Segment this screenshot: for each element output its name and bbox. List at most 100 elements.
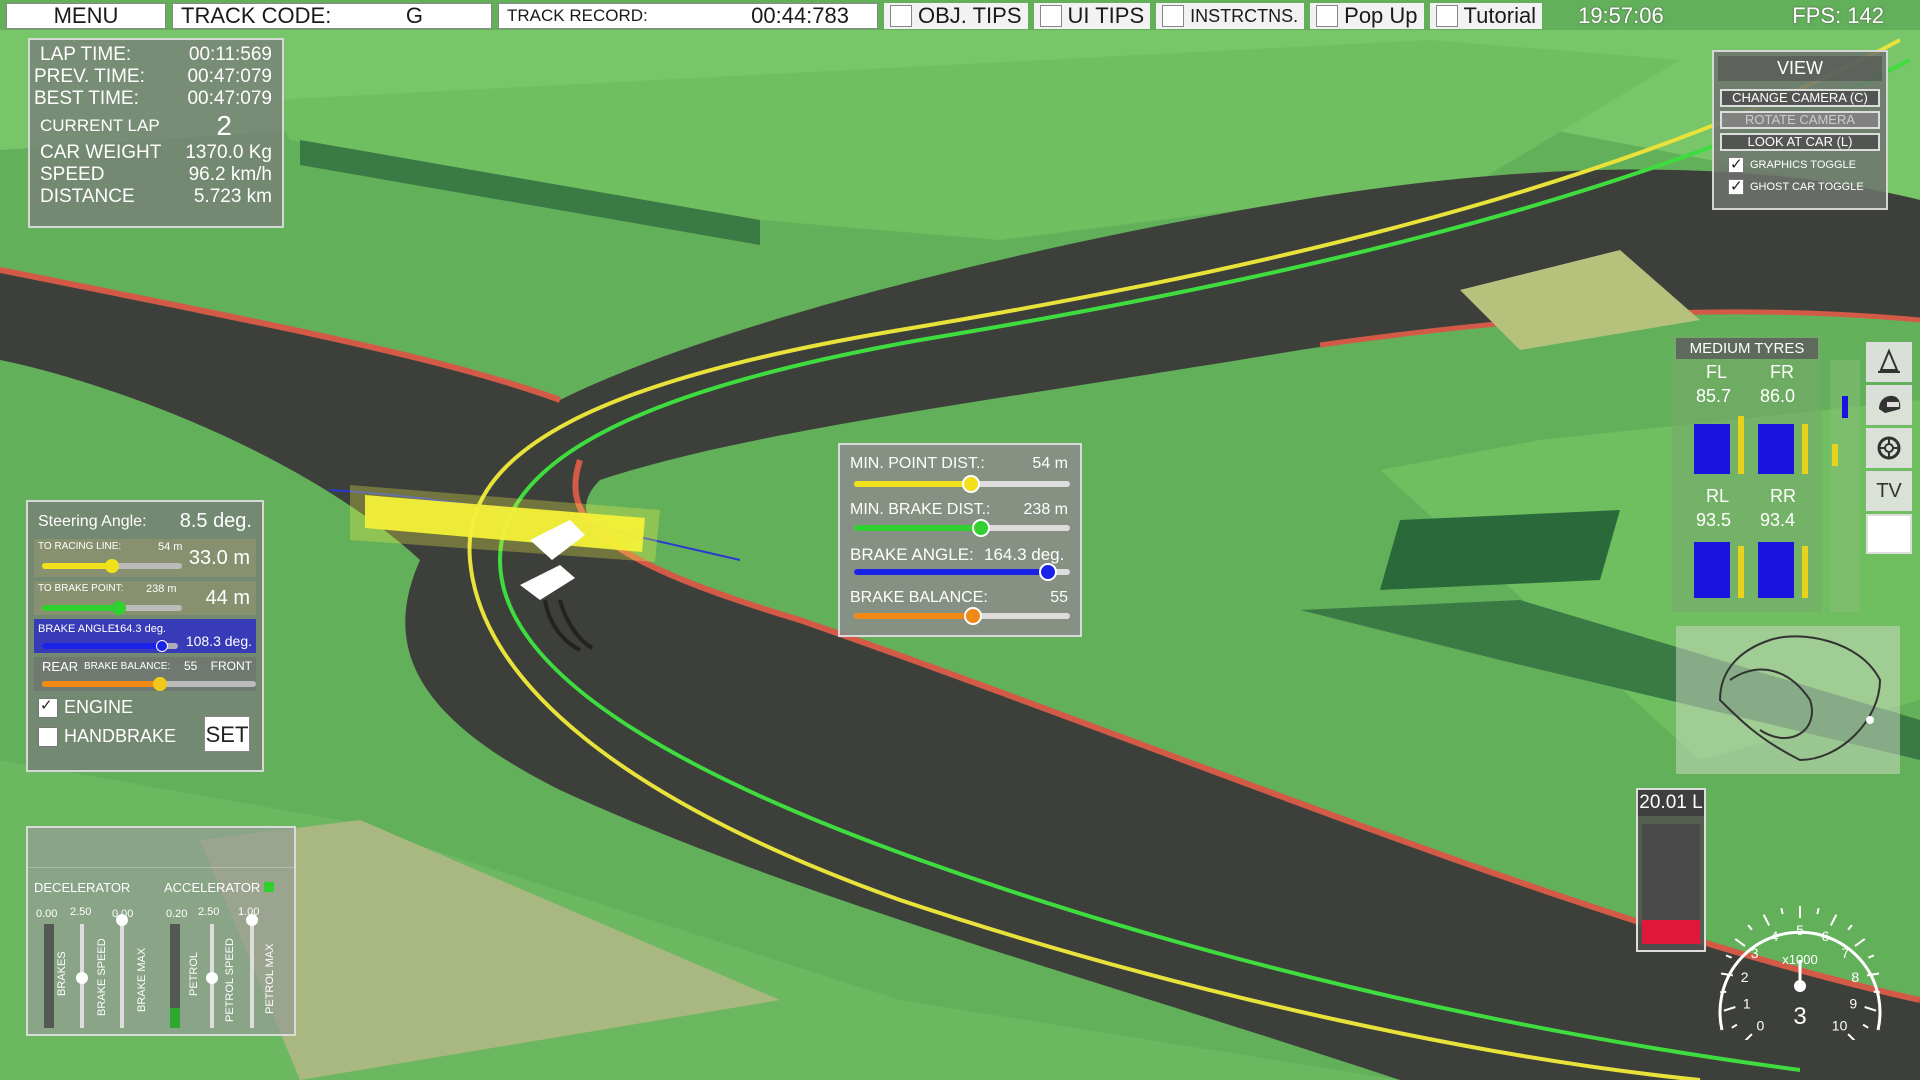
popup-toggle[interactable]: Pop Up <box>1310 3 1424 29</box>
tachometer-tick <box>1867 954 1875 959</box>
instructions-checkbox[interactable] <box>1162 5 1185 27</box>
tachometer-tick-label: 3 <box>1751 945 1759 961</box>
brake-angle-fill <box>42 643 162 649</box>
ui-tips-checkbox[interactable] <box>1039 5 1062 27</box>
racing-line-knob[interactable] <box>105 559 119 573</box>
ui-tips-toggle[interactable]: UI TIPS <box>1033 3 1151 29</box>
min-brake-control: MIN. BRAKE DIST.: 238 m <box>848 497 1072 541</box>
brake-point-value: 44 m <box>205 587 250 609</box>
brake-balance-slider[interactable] <box>42 677 256 691</box>
tachometer-tick <box>1780 907 1784 915</box>
ui-tips-label: UI TIPS <box>1067 3 1145 28</box>
fps-counter: FPS: 142 <box>1792 3 1884 28</box>
popup-checkbox[interactable] <box>1316 5 1339 27</box>
change-camera-button[interactable]: CHANGE CAMERA (C) <box>1720 89 1880 107</box>
min-brake-fill <box>854 525 982 531</box>
look-at-car-button[interactable]: LOOK AT CAR (L) <box>1720 133 1880 151</box>
tyre-fl-bar <box>1694 424 1730 474</box>
pedals-header <box>28 828 294 868</box>
racing-line-slider[interactable] <box>42 559 182 573</box>
distance-value: 5.723 km <box>193 186 272 207</box>
tyre-rr-value: 93.4 <box>1760 510 1796 530</box>
distance-row: DISTANCE 5.723 km <box>34 186 272 208</box>
obj-tips-label: OBJ. TIPS <box>918 3 1022 28</box>
tachometer-hub <box>1794 980 1806 992</box>
min-point-knob[interactable] <box>961 475 980 493</box>
petrol-speed-knob[interactable] <box>206 972 218 984</box>
rotate-camera-button[interactable]: ROTATE CAMERA <box>1720 111 1880 129</box>
distance-label: DISTANCE <box>40 186 135 207</box>
obj-tips-checkbox[interactable] <box>890 5 912 27</box>
center-brake-angle-slider[interactable] <box>854 563 1070 581</box>
tachometer-tick-label: 10 <box>1832 1018 1848 1034</box>
graphics-toggle-checkbox[interactable] <box>1728 155 1744 173</box>
tv-icon[interactable]: TV <box>1866 471 1912 511</box>
track-record-display: TRACK RECORD: 00:44:783 <box>498 3 878 29</box>
brake-speed-slider[interactable] <box>76 924 88 1028</box>
petrol-max-label: PETROL MAX <box>264 943 276 1015</box>
tyre-extra-column <box>1830 360 1860 612</box>
set-button[interactable]: SET <box>204 716 250 752</box>
car-weight-row: CAR WEIGHT 1370.0 Kg <box>34 142 272 164</box>
tachometer-tick <box>1829 914 1838 926</box>
lap-time-label: LAP TIME: <box>40 44 132 65</box>
petrol-max-knob[interactable] <box>246 914 258 926</box>
brake-point-slider[interactable] <box>42 601 182 615</box>
min-point-slider[interactable] <box>854 475 1070 493</box>
brake-speed-knob[interactable] <box>76 972 88 984</box>
tachometer-tick <box>1731 1023 1738 1029</box>
min-brake-knob[interactable] <box>972 519 991 537</box>
petrol-value: 0.20 <box>166 908 188 920</box>
brake-angle-label: BRAKE ANGLE: <box>38 623 119 635</box>
ghost-car-toggle-checkbox[interactable] <box>1728 177 1744 195</box>
center-brake-angle-knob[interactable] <box>1039 563 1058 581</box>
brake-angle-value: 108.3 deg. <box>185 633 252 649</box>
fuel-value: 20.01 L <box>1638 790 1704 816</box>
obj-tips-toggle[interactable]: OBJ. TIPS <box>884 3 1028 29</box>
graphics-toggle[interactable]: GRAPHICS TOGGLE <box>1728 155 1882 173</box>
graphics-toggle-label: GRAPHICS TOGGLE <box>1750 159 1856 171</box>
brake-max-knob[interactable] <box>116 914 128 926</box>
brake-point-knob[interactable] <box>112 601 126 615</box>
tachometer-tick-label: 6 <box>1822 928 1830 944</box>
tachometer-tick <box>1744 1033 1753 1040</box>
engine-checkbox[interactable] <box>38 696 58 718</box>
handbrake-checkbox[interactable] <box>38 726 58 747</box>
petrol-max-slider[interactable] <box>246 914 258 1028</box>
min-point-label: MIN. POINT DIST.: <box>850 455 985 472</box>
track-code-label: TRACK CODE: <box>181 3 332 28</box>
speed-label: SPEED <box>40 164 105 185</box>
tachometer-tick-label: 5 <box>1796 922 1804 938</box>
racing-line-fill <box>42 563 112 569</box>
track-code-field[interactable]: TRACK CODE: G <box>172 3 492 29</box>
petrol-speed-slider[interactable] <box>206 924 218 1028</box>
blank-icon[interactable] <box>1866 514 1912 554</box>
tutorial-toggle[interactable]: Tutorial <box>1429 3 1543 29</box>
menu-button[interactable]: MENU <box>6 3 166 29</box>
center-brake-balance-knob[interactable] <box>963 607 982 625</box>
tachometer-tick <box>1862 1023 1869 1029</box>
brake-point-control: TO BRAKE POINT: 238 m 44 m <box>34 581 256 615</box>
helmet-icon[interactable] <box>1866 385 1912 425</box>
engine-toggle[interactable]: ENGINE <box>38 696 256 718</box>
min-point-fill <box>854 481 971 487</box>
ghost-car-toggle[interactable]: GHOST CAR TOGGLE <box>1728 177 1882 195</box>
brake-angle-slider[interactable] <box>42 640 178 652</box>
min-brake-slider[interactable] <box>854 519 1070 537</box>
distance-settings-panel: MIN. POINT DIST.: 54 m MIN. BRAKE DIST.:… <box>838 443 1082 637</box>
cone-icon[interactable] <box>1866 342 1912 382</box>
car-weight-value: 1370.0 Kg <box>185 142 272 163</box>
instructions-label: INSTRCTNS. <box>1190 5 1299 26</box>
wheel-icon[interactable] <box>1866 428 1912 468</box>
brake-angle-knob[interactable] <box>155 640 168 652</box>
accelerator-label: ACCELERATOR <box>164 880 261 895</box>
pedals-panel: DECELERATOR ACCELERATOR 0.00 2.50 0.00 0… <box>26 826 296 1036</box>
tyres-title: MEDIUM TYRES <box>1676 338 1818 359</box>
instructions-toggle[interactable]: INSTRCTNS. <box>1156 3 1305 29</box>
center-brake-balance-slider[interactable] <box>854 607 1070 625</box>
brake-balance-knob[interactable] <box>152 677 167 691</box>
brake-max-slider[interactable] <box>116 914 128 1028</box>
tutorial-checkbox[interactable] <box>1435 5 1458 27</box>
center-brake-balance-control: BRAKE BALANCE: 55 <box>848 585 1072 629</box>
tyre-fr-temp <box>1802 424 1808 474</box>
